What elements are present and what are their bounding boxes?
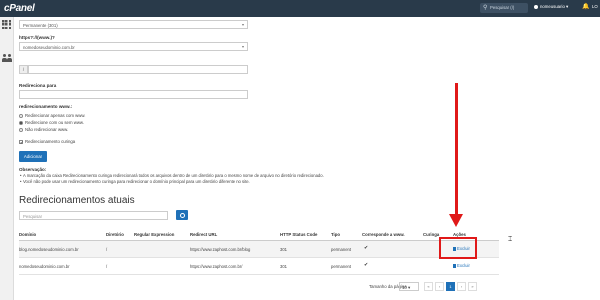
annotation-arrow-shaft xyxy=(455,83,458,216)
logout-link[interactable]: LO xyxy=(592,4,598,9)
cell-status-code: 301 xyxy=(280,264,287,269)
trash-icon xyxy=(453,263,456,268)
cell-domain: nomedoseudominio.com.br xyxy=(19,264,70,269)
cell-redirect-url: https://www.zaphost.com.br/ xyxy=(190,264,243,269)
radio-no-www[interactable]: Não redirecionar www. xyxy=(19,127,68,132)
radio-with-or-without-www[interactable]: Redirecione com ou sem www. xyxy=(19,120,84,125)
top-bar: cPanel ⚲ Pesquisar (/) nomeusuario ▾ 🔔 L… xyxy=(0,0,600,17)
radio-button[interactable] xyxy=(19,113,23,118)
col-header-directory[interactable]: Diretório xyxy=(106,232,124,237)
radio-only-www-label: Redirecionar apenas com www. xyxy=(25,113,86,118)
prefix-label: https?://(www.)? xyxy=(19,35,55,40)
global-search[interactable]: ⚲ Pesquisar (/) xyxy=(480,3,528,13)
current-redirects-title: Redirecionamentos atuais xyxy=(19,195,135,206)
table-row: blog.nomedoseudominio.com.br / https://w… xyxy=(19,241,499,258)
note-item: Você não pode usar um redirecionamento c… xyxy=(20,179,250,184)
www-check-icon: ✔ xyxy=(364,262,369,268)
cell-type: permanent xyxy=(331,247,352,252)
redirect-to-label: Redireciona para xyxy=(19,83,57,88)
domain-value: nomedoseudominio.com.br xyxy=(23,45,75,50)
note-item: A marcação da caixa Redirecionamento cur… xyxy=(20,173,324,178)
radio-no-www-label: Não redirecionar www. xyxy=(25,127,69,132)
users-icon[interactable] xyxy=(2,54,12,62)
page-size-select[interactable]: 10 ▾ xyxy=(399,282,419,291)
wildcard-checkbox[interactable]: ✔ xyxy=(19,139,23,144)
col-header-redirect-url[interactable]: Redirect URL xyxy=(190,232,217,237)
radio-with-or-without-www-label: Redirecione com ou sem www. xyxy=(25,120,84,125)
annotation-highlight-box xyxy=(439,237,477,259)
path-prefix-addon: / xyxy=(19,65,28,74)
search-button[interactable] xyxy=(176,210,188,220)
bell-icon[interactable]: 🔔 xyxy=(582,3,589,10)
annotation-arrow-head xyxy=(449,214,463,227)
username: nomeusuario xyxy=(540,4,565,9)
search-icon: ⚲ xyxy=(483,5,488,11)
left-rail xyxy=(0,17,14,300)
page-size-value: 10 xyxy=(402,284,407,290)
wildcard-label: Redirecionamento curinga xyxy=(25,139,76,144)
col-header-regex[interactable]: Regular Expression xyxy=(134,232,174,237)
cell-redirect-url: https://www.zaphost.com.br/blog xyxy=(190,247,251,252)
wildcard-checkbox-row[interactable]: ✔ Redirecionamento curinga xyxy=(19,139,75,144)
col-header-type[interactable]: Tipo xyxy=(331,232,340,237)
mouse-cursor-icon: ⌶ xyxy=(508,236,513,243)
table-row: nomedoseudominio.com.br / https://www.za… xyxy=(19,258,499,275)
first-page-button[interactable]: « xyxy=(424,282,433,291)
col-header-domain[interactable]: Domínio xyxy=(19,232,36,237)
chevron-down-icon: ▾ xyxy=(241,44,244,49)
chevron-down-icon: ▾ xyxy=(241,22,244,27)
radio-button[interactable] xyxy=(19,127,23,132)
cell-directory: / xyxy=(106,247,108,252)
col-header-wildcard[interactable]: Curinga xyxy=(423,232,439,237)
col-header-www[interactable]: Corresponde a www. xyxy=(362,232,405,237)
prev-page-button[interactable]: ‹ xyxy=(435,282,444,291)
path-input[interactable] xyxy=(28,65,248,74)
col-header-status-code[interactable]: HTTP Status Code xyxy=(280,232,317,237)
user-menu[interactable]: nomeusuario ▾ xyxy=(534,4,568,10)
redirect-type-value: Permanente (301) xyxy=(23,23,58,28)
redirect-type-select[interactable]: Permanente (301) ▾ xyxy=(19,20,248,29)
radio-only-www[interactable]: Redirecionar apenas com www. xyxy=(19,113,85,118)
user-icon xyxy=(534,4,538,9)
cpanel-logo[interactable]: cPanel xyxy=(4,3,35,14)
cell-status-code: 301 xyxy=(280,247,287,252)
last-page-button[interactable]: » xyxy=(468,282,477,291)
domain-select[interactable]: nomedoseudominio.com.br ▾ xyxy=(19,42,248,51)
cell-type: permanent xyxy=(331,264,352,269)
cell-directory: / xyxy=(106,264,108,269)
next-page-button[interactable]: › xyxy=(457,282,466,291)
www-check-icon: ✔ xyxy=(364,245,369,251)
redirects-search-input[interactable]: Pesquisar xyxy=(19,211,168,220)
radio-button-selected[interactable] xyxy=(19,120,23,125)
global-search-placeholder: Pesquisar (/) xyxy=(490,5,515,10)
delete-link[interactable]: Excluir xyxy=(453,263,470,268)
redirect-to-input[interactable] xyxy=(19,90,248,99)
apps-grid-icon[interactable] xyxy=(2,20,11,29)
cell-domain: blog.nomedoseudominio.com.br xyxy=(19,247,79,252)
notes-title: Observação: xyxy=(19,167,47,172)
delete-label: Excluir xyxy=(457,263,470,268)
page-number-button[interactable]: 1 xyxy=(446,282,455,291)
www-redirect-label: redirecionamento www.: xyxy=(19,104,73,109)
add-redirect-button[interactable]: Adicionar xyxy=(19,151,47,162)
